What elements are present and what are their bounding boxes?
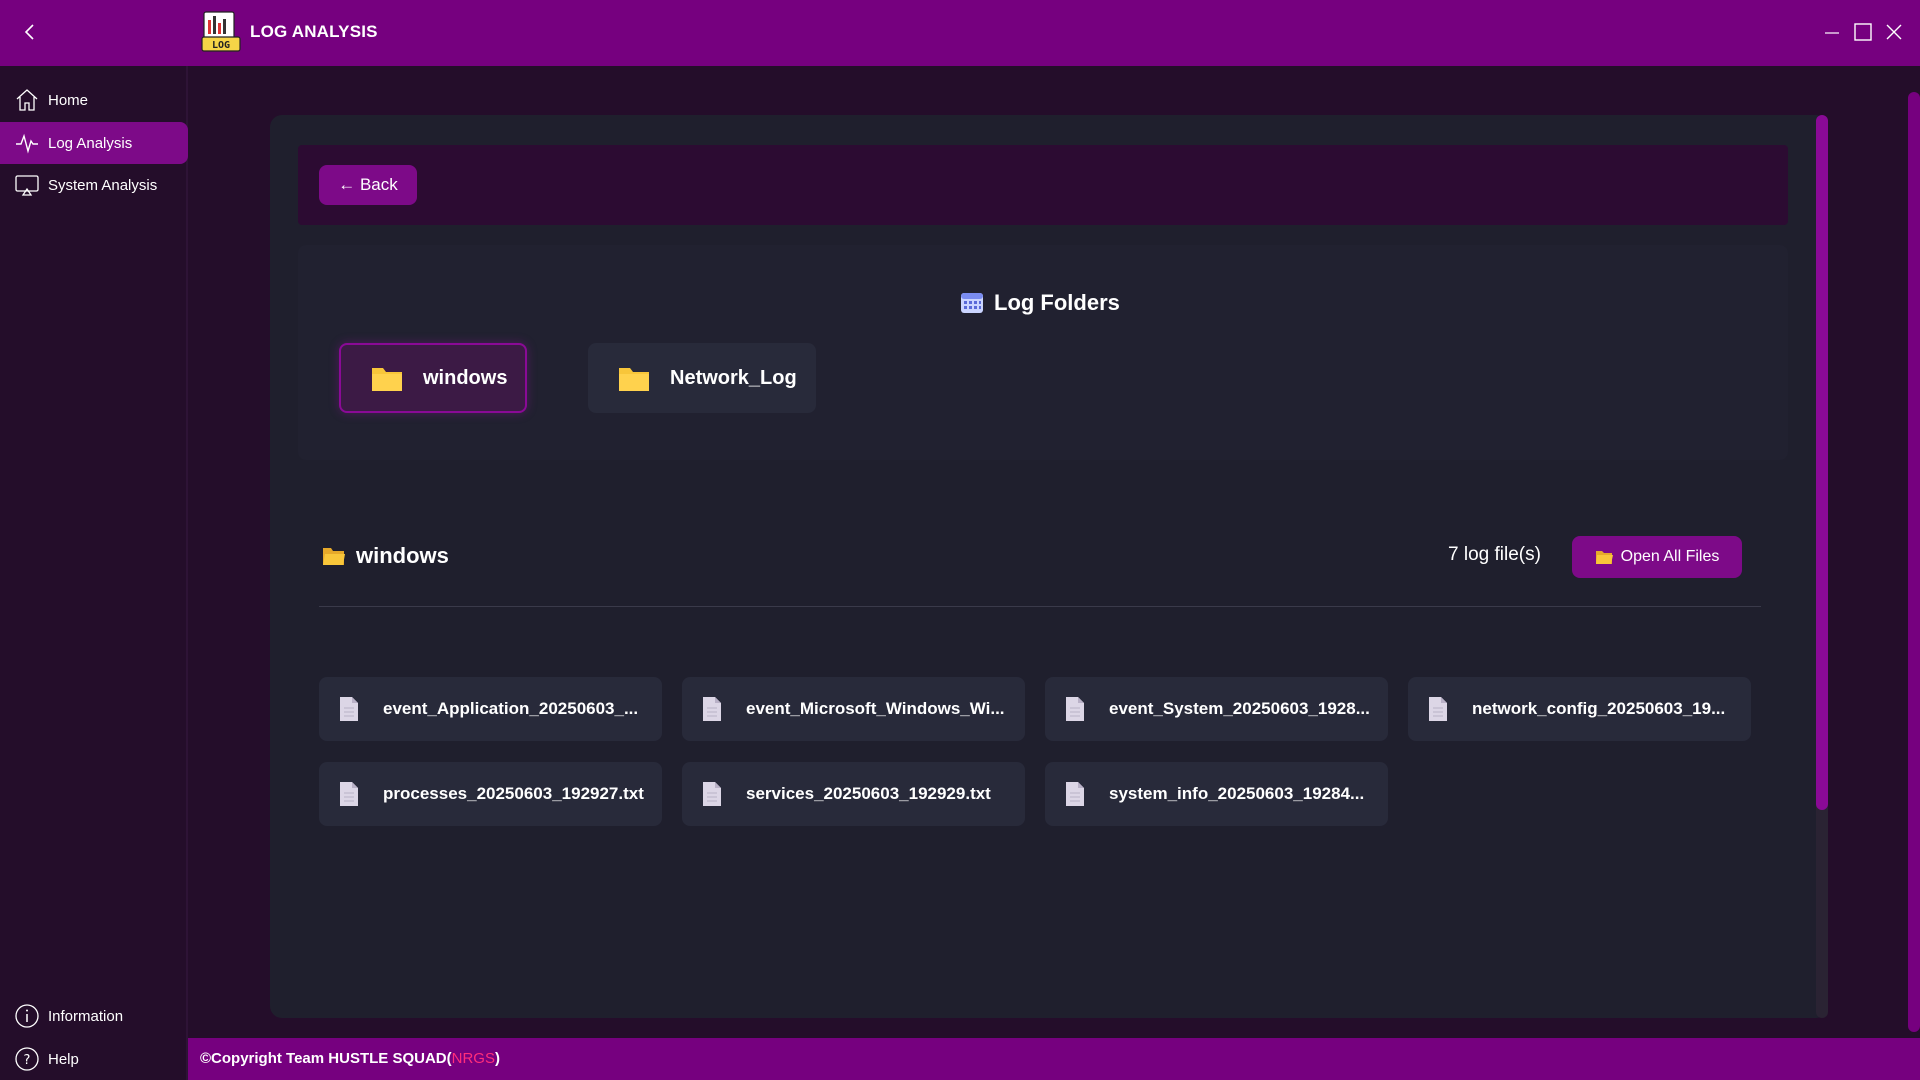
document-icon	[1066, 697, 1084, 721]
file-name: event_Microsoft_Windows_Wi...	[746, 699, 1005, 718]
sidebar-item-log-analysis[interactable]: Log Analysis	[0, 122, 188, 164]
sidebar-item-information[interactable]: Information	[0, 995, 188, 1037]
folder-icon	[1595, 550, 1613, 564]
folder-name: Network_Log	[670, 366, 797, 389]
sidebar-item-label: System Analysis	[48, 176, 158, 194]
file-name: event_Application_20250603_...	[383, 699, 639, 718]
pulse-icon	[16, 133, 38, 154]
document-icon	[703, 697, 721, 721]
sidebar	[0, 66, 188, 1080]
open-folder-icon	[323, 548, 345, 565]
file-name: processes_20250603_192927.txt	[383, 784, 644, 803]
sidebar-item-label: Help	[48, 1050, 79, 1068]
folder-icon	[372, 368, 402, 391]
svg-text:LOG: LOG	[212, 40, 230, 51]
back-bar	[298, 145, 1788, 225]
file-name: event_System_20250603_1928...	[1109, 699, 1370, 718]
document-icon	[340, 782, 358, 806]
log-folders-title: Log Folders	[994, 290, 1120, 315]
folder-name: windows	[423, 366, 508, 389]
chevron-left-icon[interactable]	[18, 20, 42, 44]
file-tile[interactable]: services_20250603_192929.txt	[682, 762, 1025, 826]
file-tile[interactable]: event_Application_20250603_...	[319, 677, 662, 741]
app-title: LOG ANALYSIS	[250, 22, 378, 41]
info-icon	[15, 1004, 39, 1028]
sidebar-item-label: Information	[48, 1007, 124, 1025]
document-icon	[1066, 782, 1084, 806]
copyright-close: )	[494, 1050, 500, 1067]
log-folders-heading: Log Folders	[960, 290, 1120, 316]
file-tile[interactable]: processes_20250603_192927.txt	[319, 762, 662, 826]
document-icon	[340, 697, 358, 721]
calendar-icon	[961, 293, 983, 313]
back-button[interactable]: ← Back	[319, 165, 417, 205]
folder-card-windows[interactable]: windows	[339, 343, 527, 413]
home-icon	[16, 89, 38, 111]
file-name: network_config_20250603_19...	[1472, 699, 1726, 718]
help-icon: ?	[15, 1047, 39, 1071]
open-all-files-button[interactable]: Open All Files	[1572, 536, 1742, 578]
app-logo: LOG	[201, 11, 241, 52]
file-tile[interactable]: system_info_20250603_19284...	[1045, 762, 1388, 826]
outer-scrollbar[interactable]	[1908, 92, 1920, 1032]
copyright-text: ©Copyright Team HUSTLE SQUAD(NRGS)	[200, 1050, 500, 1067]
sidebar-item-system-analysis[interactable]: System Analysis	[0, 164, 188, 206]
monitor-icon	[15, 175, 39, 196]
close-icon[interactable]	[1882, 20, 1906, 44]
file-count: 7 log file(s)	[1448, 544, 1541, 565]
minimize-icon[interactable]	[1820, 20, 1844, 44]
sidebar-item-label: Home	[48, 91, 89, 109]
selected-folder-name: windows	[356, 543, 449, 568]
file-tile[interactable]: event_System_20250603_1928...	[1045, 677, 1388, 741]
selected-folder-heading: windows	[322, 543, 449, 569]
scrollbar-thumb[interactable]	[1816, 115, 1828, 810]
folder-icon	[619, 368, 649, 391]
maximize-icon[interactable]	[1851, 20, 1875, 44]
sidebar-item-help[interactable]: ? Help	[0, 1038, 188, 1080]
svg-text:?: ?	[24, 1053, 31, 1068]
copyright-accent: NRGS	[451, 1050, 495, 1067]
open-all-files-label: Open All Files	[1620, 548, 1720, 565]
file-tile[interactable]: network_config_20250603_19...	[1408, 677, 1751, 741]
copyright-label: ©Copyright Team HUSTLE SQUAD(	[200, 1050, 452, 1067]
sidebar-item-home[interactable]: Home	[0, 79, 188, 121]
file-name: services_20250603_192929.txt	[746, 784, 991, 803]
section-divider	[319, 606, 1761, 607]
folder-card-network-log[interactable]: Network_Log	[588, 343, 816, 413]
document-icon	[703, 782, 721, 806]
file-tile[interactable]: event_Microsoft_Windows_Wi...	[682, 677, 1025, 741]
file-name: system_info_20250603_19284...	[1109, 784, 1365, 803]
sidebar-item-label: Log Analysis	[48, 134, 133, 152]
document-icon	[1429, 697, 1447, 721]
